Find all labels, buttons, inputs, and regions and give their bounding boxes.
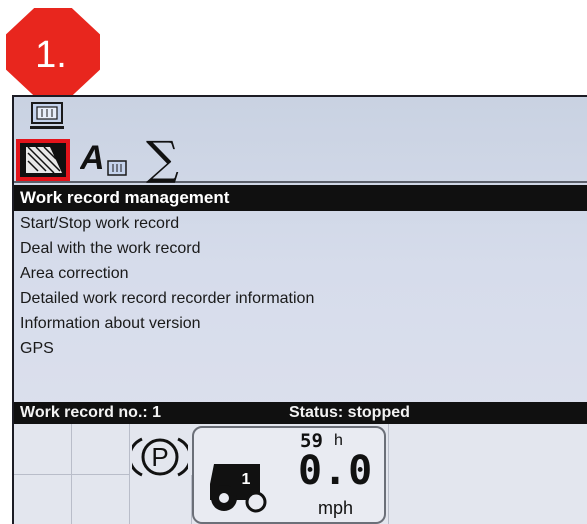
panel-cell bbox=[72, 475, 130, 524]
area-record-icon bbox=[20, 143, 66, 177]
step-number-badge: 1. bbox=[6, 8, 100, 96]
work-record-status: Status: stopped bbox=[289, 404, 410, 421]
speed-hours-gauge: 1 59 h 0.0 mph bbox=[192, 426, 386, 524]
panel-cell bbox=[130, 475, 192, 524]
menu-item-gps[interactable]: GPS bbox=[14, 336, 587, 361]
implement-number: 1 bbox=[242, 471, 251, 488]
menu-title-selected[interactable]: Work record management bbox=[14, 185, 587, 211]
menu-item-deal-with-record[interactable]: Deal with the work record bbox=[14, 236, 587, 261]
svg-text:P: P bbox=[151, 442, 168, 472]
sigma-sum-icon[interactable]: ∑ bbox=[146, 133, 179, 183]
menu-item-version-info[interactable]: Information about version bbox=[14, 311, 587, 336]
menu-item-start-stop[interactable]: Start/Stop work record bbox=[14, 211, 587, 236]
tractor-implement-icon: 1 bbox=[210, 464, 267, 513]
panel-cell bbox=[72, 424, 130, 475]
terminal-menu-icon[interactable] bbox=[28, 101, 66, 135]
bottom-status-panel: P 1 59 h 0.0 mph bbox=[14, 424, 587, 524]
work-record-number: Work record no.: 1 bbox=[20, 404, 162, 421]
work-record-menu: Work record management Start/Stop work r… bbox=[14, 185, 587, 361]
speed-unit: mph bbox=[318, 498, 354, 518]
menu-item-area-correction[interactable]: Area correction bbox=[14, 261, 587, 286]
speed-value: 0.0 bbox=[298, 448, 374, 494]
svg-text:A: A bbox=[80, 139, 105, 177]
panel-cell bbox=[388, 424, 587, 524]
text-settings-icon[interactable]: A bbox=[80, 139, 138, 181]
menu-item-recorder-info[interactable]: Detailed work record recorder informatio… bbox=[14, 286, 587, 311]
parking-brake-icon: P bbox=[132, 437, 188, 477]
panel-cell bbox=[14, 475, 72, 524]
panel-cell bbox=[14, 424, 72, 475]
terminal-screen: A ∑ Work record management Start/Stop wo… bbox=[12, 95, 587, 524]
tab-area-record[interactable] bbox=[16, 139, 70, 181]
tab-bar: A ∑ bbox=[14, 133, 587, 183]
step-number-label: 1. bbox=[35, 33, 67, 76]
status-bar: Work record no.: 1 Status: stopped bbox=[14, 402, 587, 424]
